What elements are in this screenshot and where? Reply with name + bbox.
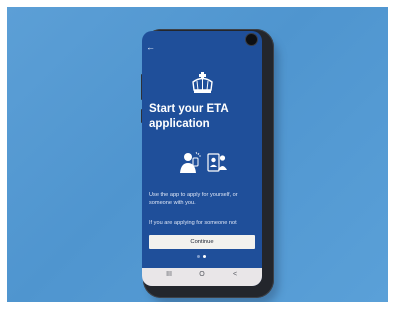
secondary-paragraph: If you are applying for someone not [149,220,237,226]
status-area [142,31,262,51]
page-indicator [195,255,209,259]
two-person-id-icon [207,153,227,172]
front-camera [246,34,257,45]
royal-crown-icon [192,72,213,93]
continue-button[interactable]: Continue [149,235,255,249]
phone-screen: ← Start your ETA application Use the app… [142,31,262,286]
recents-button[interactable]: III [164,271,174,278]
nav-back-button[interactable]: < [230,271,240,278]
page-dot-1 [197,255,200,258]
page-dot-2 [203,255,206,258]
back-arrow-icon[interactable]: ← [146,43,155,52]
page-title: Start your ETA application [149,103,229,130]
person-with-phone-icon [180,151,201,173]
intro-paragraph: Use the app to apply for yourself, or so… [149,192,238,206]
android-nav-bar: III O < [142,268,262,286]
home-button[interactable]: O [197,271,207,278]
